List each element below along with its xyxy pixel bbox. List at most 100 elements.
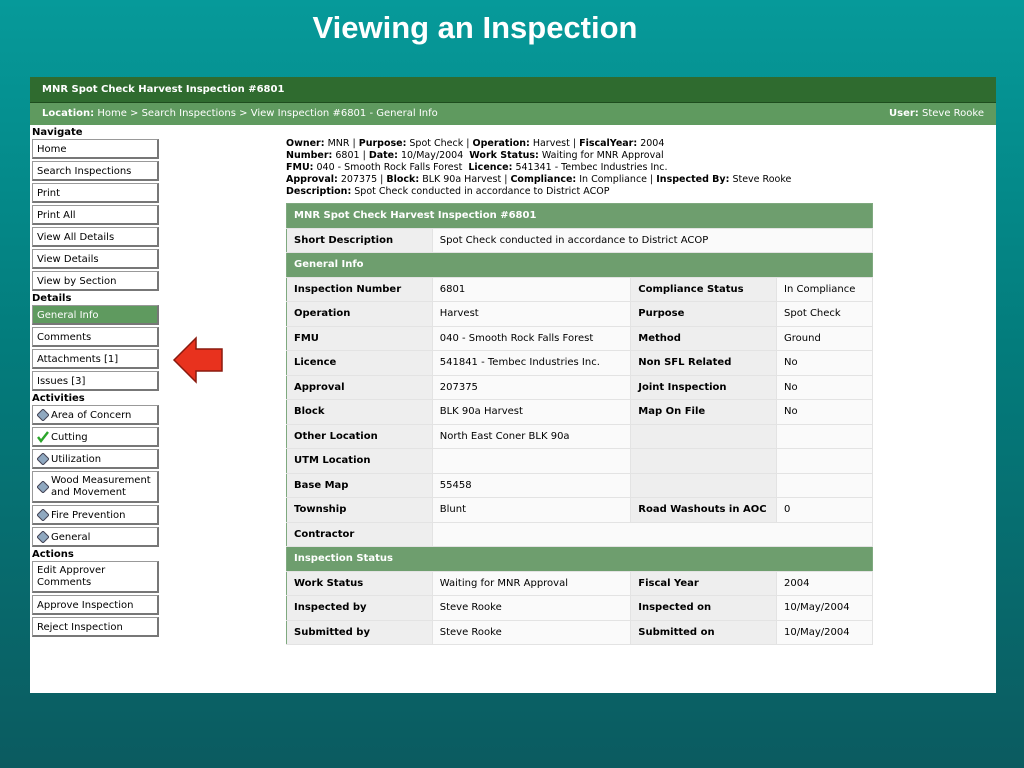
activity-label: General [51,532,91,543]
user-info: User: Steve Rooke [889,103,984,125]
field-label: Block [286,399,433,425]
field-label: Township [286,497,433,523]
field-value: 2004 [776,571,873,596]
app-title: MNR Spot Check Harvest Inspection #6801 [30,77,996,103]
nav-view-by-section-button[interactable]: View by Section [32,271,159,291]
table-row: Submitted by Steve Rooke Submitted on 10/Ma… [286,620,873,645]
field-value: Waiting for MNR Approval [432,571,632,596]
sidebar: Navigate Home Search Inspections Print P… [30,127,160,639]
table-row: UTM Location [286,448,873,474]
activity-label: Cutting [51,432,88,443]
red-arrow-pointer [172,336,223,384]
field-label: Submitted on [630,620,778,645]
activity-area-of-concern-button[interactable]: Area of Concern [32,405,159,425]
field-label: Method [630,326,778,351]
details-issues-button[interactable]: Issues [3] [32,371,159,391]
nav-print-button[interactable]: Print [32,183,159,203]
activity-label: Utilization [51,454,102,465]
field-value: North East Coner BLK 90a [432,424,632,449]
nav-home-button[interactable]: Home [32,139,159,159]
field-label: Road Washouts in AOC [630,497,778,523]
details-general-info-button[interactable]: General Info [32,305,159,325]
location-path[interactable]: Home > Search Inspections > View Inspect… [97,108,437,119]
field-value: 10/May/2004 [776,620,873,645]
field-label: Base Map [286,473,433,498]
activity-wood-measurement-button[interactable]: Wood Measurement and Movement [32,471,159,503]
field-value [432,448,632,474]
nav-view-details-button[interactable]: View Details [32,249,159,269]
table-row: Approval 207375 Joint Inspection No [286,375,873,400]
table-row: Township Blunt Road Washouts in AOC 0 [286,497,873,523]
field-value: No [776,399,873,425]
activity-label: Area of Concern [51,410,132,421]
contractor-label: Contractor [286,522,433,547]
user-label: User: [889,108,919,119]
field-value: BLK 90a Harvest [432,399,632,425]
nav-view-all-details-button[interactable]: View All Details [32,227,159,247]
field-value: 207375 [432,375,632,400]
field-label: Purpose [630,301,778,327]
activity-fire-prevention-button[interactable]: Fire Prevention [32,505,159,525]
details-attachments-button[interactable]: Attachments [1] [32,349,159,369]
inspection-detail-table: MNR Spot Check Harvest Inspection #6801 … [286,203,874,645]
field-value: 10/May/2004 [776,595,873,621]
field-value: Spot Check [776,301,873,327]
field-label: Other Location [286,424,433,449]
field-label: Approval [286,375,433,400]
field-value: 55458 [432,473,632,498]
table-row: Other Location North East Coner BLK 90a [286,424,873,449]
contractor-value [432,522,874,547]
field-value: Steve Rooke [432,595,632,621]
check-icon [37,431,49,443]
details-heading: Details [32,293,72,304]
field-label: Non SFL Related [630,350,778,376]
short-description-value: Spot Check conducted in accordance to Di… [432,228,874,253]
field-label: Inspection Number [286,277,433,302]
field-label: Submitted by [286,620,433,645]
activity-label: Fire Prevention [51,510,126,521]
general-info-header: General Info [286,252,873,278]
diamond-icon [37,531,49,543]
activity-general-button[interactable]: General [32,527,159,547]
diamond-icon [37,453,49,465]
field-label: Operation [286,301,433,327]
diamond-icon [37,480,49,493]
field-value [776,473,873,498]
field-label: Inspected by [286,595,433,621]
table-row: Block BLK 90a Harvest Map On File No [286,399,873,425]
field-label: Map On File [630,399,778,425]
action-approve-inspection-button[interactable]: Approve Inspection [32,595,159,615]
field-value: No [776,375,873,400]
nav-print-all-button[interactable]: Print All [32,205,159,225]
inspection-summary: Owner: MNR | Purpose: Spot Check | Opera… [286,138,792,197]
field-label [630,473,778,498]
inspection-status-rows: Work Status Waiting for MNR Approval Fisca… [286,571,873,645]
table-row: Inspected by Steve Rooke Inspected on 10/Ma… [286,595,873,621]
table-row: FMU 040 - Smooth Rock Falls Forest Method G… [286,326,873,351]
table-row: Licence 541841 - Tembec Industries Inc. No… [286,350,873,376]
field-value: 541841 - Tembec Industries Inc. [432,350,632,376]
field-value: 6801 [432,277,632,302]
table-row: Operation Harvest Purpose Spot Check [286,301,873,327]
action-reject-inspection-button[interactable]: Reject Inspection [32,617,159,637]
field-value: Blunt [432,497,632,523]
actions-heading: Actions [32,549,74,560]
activity-label: Wood Measurement and Movement [51,474,151,498]
general-info-rows: Inspection Number 6801 Compliance Status In… [286,277,873,523]
field-label: Fiscal Year [630,571,778,596]
action-edit-approver-comments-button[interactable]: Edit Approver Comments [32,561,159,593]
nav-search-inspections-button[interactable]: Search Inspections [32,161,159,181]
field-label: FMU [286,326,433,351]
field-label [630,448,778,474]
details-comments-button[interactable]: Comments [32,327,159,347]
inspection-status-header: Inspection Status [286,546,873,572]
detail-title: MNR Spot Check Harvest Inspection #6801 [286,203,873,229]
activity-utilization-button[interactable]: Utilization [32,449,159,469]
field-value: In Compliance [776,277,873,302]
activities-heading: Activities [32,393,85,404]
field-label: Joint Inspection [630,375,778,400]
table-row: Base Map 55458 [286,473,873,498]
field-label [630,424,778,449]
breadcrumb: Location: Home > Search Inspections > Vi… [42,103,438,125]
activity-cutting-button[interactable]: Cutting [32,427,159,447]
